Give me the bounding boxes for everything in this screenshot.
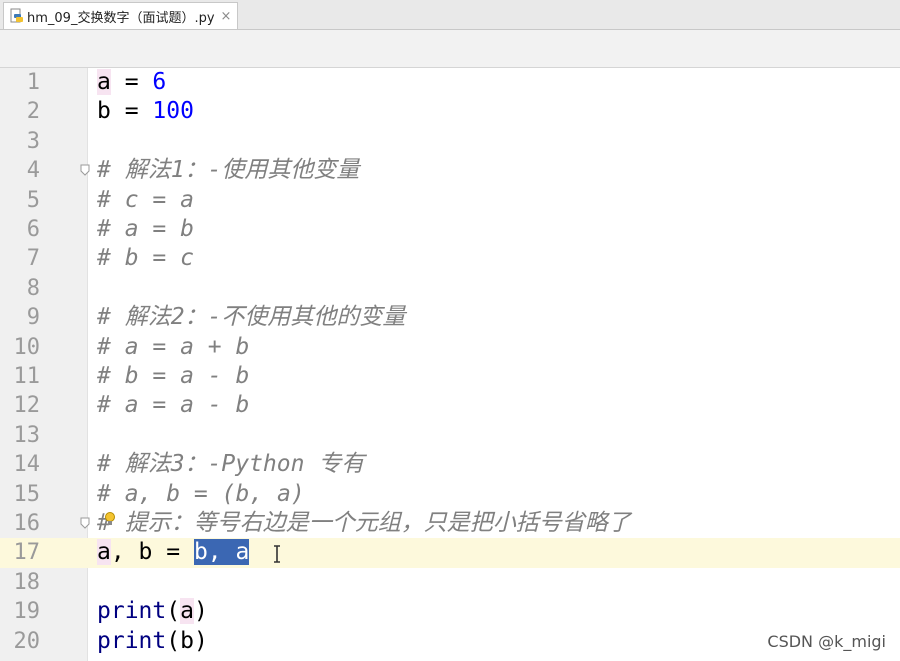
code-text[interactable]: # 解法2：-不使用其他的变量 <box>97 303 405 332</box>
line-number: 5 <box>26 187 40 213</box>
code-token: ) <box>193 598 208 625</box>
code-token: # 解法1：-使用其他变量 <box>97 157 360 184</box>
code-token: a <box>97 539 111 566</box>
code-token: # a = a - b <box>97 392 250 419</box>
code-token: ( <box>166 598 181 625</box>
code-token: # 解法3：-Python 专有 <box>97 451 365 478</box>
code-token: # a = a + b <box>97 333 250 360</box>
code-token: a <box>180 598 194 625</box>
code-line[interactable]: 8 <box>0 274 900 303</box>
code-line[interactable]: 3 <box>0 127 900 156</box>
file-tab-label: hm_09_交换数字（面试题）.py <box>27 10 215 26</box>
editor-breadcrumb-bar <box>0 30 900 68</box>
text-cursor-icon <box>274 545 280 564</box>
code-text[interactable]: # a = b <box>97 215 194 244</box>
code-text[interactable]: # b = a - b <box>97 362 249 391</box>
code-line[interactable]: 17 a, b = b, a <box>0 538 900 568</box>
code-text[interactable]: # c = a <box>97 186 194 215</box>
code-token: 6 <box>152 69 167 95</box>
code-text[interactable]: # 解法3：-Python 专有 <box>97 450 364 479</box>
code-text[interactable]: b = 100 <box>97 97 194 126</box>
code-line[interactable]: 4 # 解法1：-使用其他变量 <box>0 156 900 185</box>
code-line[interactable]: 19 print(a) <box>0 597 900 626</box>
code-text[interactable]: # a = a - b <box>97 391 249 420</box>
fold-marker-icon[interactable] <box>80 164 90 176</box>
code-line[interactable]: 16 # 提示：等号右边是一个元组，只是把小括号省略了 <box>0 509 900 538</box>
code-editor[interactable]: 1 a = 6 2 b = 100 3 4 # 解法1：-使用其他变量 5 # c = a 6 # … <box>0 68 900 661</box>
code-line[interactable]: 18 <box>0 568 900 597</box>
code-token: # c = a <box>97 186 194 213</box>
selected-text: b, a <box>193 539 250 566</box>
line-number: 7 <box>26 246 40 272</box>
code-token: # a, b = (b, a) <box>97 480 305 507</box>
code-line[interactable]: 1 a = 6 <box>0 68 900 97</box>
line-number: 16 <box>13 511 41 536</box>
code-text[interactable]: # 解法1：-使用其他变量 <box>97 156 359 185</box>
code-token: b = <box>97 98 153 125</box>
code-line[interactable]: 10 # a = a + b <box>0 333 900 362</box>
line-number: 4 <box>26 158 40 184</box>
code-text[interactable]: # 提示：等号右边是一个元组，只是把小括号省略了 <box>97 509 631 538</box>
line-number: 10 <box>13 334 41 360</box>
line-number: 2 <box>26 99 40 125</box>
code-text[interactable]: print(a) <box>97 597 208 626</box>
line-number: 9 <box>26 305 40 331</box>
code-text[interactable]: # b = c <box>97 244 194 273</box>
code-text[interactable]: # a, b = (b, a) <box>97 480 305 509</box>
code-token: # b = c <box>97 245 194 272</box>
code-token: , b = <box>110 539 194 566</box>
code-token: = <box>110 69 153 95</box>
line-number: 19 <box>13 599 41 625</box>
fold-marker-icon[interactable] <box>80 517 90 529</box>
code-line[interactable]: 2 b = 100 <box>0 97 900 126</box>
code-text[interactable]: # a = a + b <box>97 333 249 362</box>
code-token: # 提示：等号右边是一个元组，只是把小括号省略了 <box>97 510 631 536</box>
code-line[interactable]: 20 print(b) <box>0 627 900 656</box>
line-number: 13 <box>13 422 41 448</box>
code-text[interactable]: a, b = b, a <box>97 538 250 567</box>
editor-tab-bar: hm_09_交换数字（面试题）.py × <box>0 0 900 30</box>
code-token: print <box>97 627 167 654</box>
code-line[interactable]: 9 # 解法2：-不使用其他的变量 <box>0 303 900 332</box>
line-number: 20 <box>13 628 41 654</box>
close-tab-icon[interactable]: × <box>221 9 232 24</box>
line-number: 12 <box>13 393 41 419</box>
line-number: 8 <box>26 275 40 301</box>
code-line[interactable]: 14 # 解法3：-Python 专有 <box>0 450 900 479</box>
line-number: 15 <box>13 481 41 507</box>
python-file-icon <box>10 8 24 24</box>
intention-bulb-icon[interactable] <box>104 511 116 529</box>
watermark: CSDN @k_migi <box>767 632 886 651</box>
line-number: 3 <box>26 128 40 154</box>
code-token: # b = a - b <box>97 363 250 389</box>
line-number: 6 <box>26 217 40 242</box>
file-tab[interactable]: hm_09_交换数字（面试题）.py × <box>3 2 239 29</box>
code-text[interactable]: print(b) <box>97 627 208 656</box>
code-line[interactable]: 15 # a, b = (b, a) <box>0 480 900 509</box>
code-token: # a = b <box>97 216 194 242</box>
code-line[interactable]: 12 # a = a - b <box>0 391 900 420</box>
code-line[interactable]: 11 # b = a - b <box>0 362 900 391</box>
code-line[interactable]: 6 # a = b <box>0 215 900 244</box>
code-token: (b) <box>166 627 208 654</box>
code-token: a <box>97 69 111 95</box>
line-number: 18 <box>13 569 41 595</box>
code-token: # 解法2：-不使用其他的变量 <box>97 304 406 331</box>
code-line[interactable]: 5 # c = a <box>0 186 900 215</box>
line-number: 17 <box>13 540 41 566</box>
line-number: 11 <box>13 364 41 389</box>
code-token: 100 <box>152 98 194 125</box>
code-line[interactable]: 13 <box>0 421 900 450</box>
code-token: print <box>97 598 167 625</box>
line-number: 1 <box>26 70 40 95</box>
code-text[interactable]: a = 6 <box>97 68 166 97</box>
line-number: 14 <box>13 452 41 478</box>
code-line[interactable]: 7 # b = c <box>0 244 900 273</box>
